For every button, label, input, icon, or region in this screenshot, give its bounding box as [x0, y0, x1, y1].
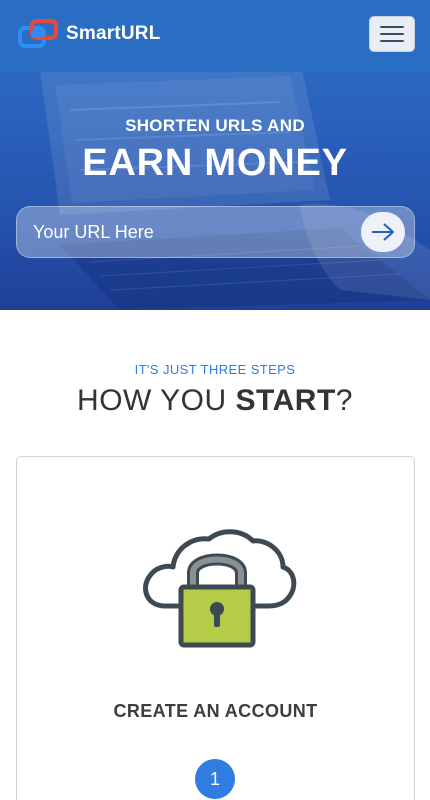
hamburger-icon-bar [380, 33, 404, 35]
shorten-submit-button[interactable] [361, 212, 405, 252]
step-card: CREATE AN ACCOUNT 1 [16, 456, 415, 800]
menu-toggle-button[interactable] [369, 16, 415, 52]
brand-link[interactable]: SmartURL [18, 18, 161, 50]
hero-subtitle: SHORTEN URLS AND [125, 116, 305, 135]
navbar: SmartURL [0, 0, 430, 72]
hamburger-icon-bar [380, 40, 404, 42]
steps-heading: HOW YOU START? [0, 384, 430, 418]
hero-title: EARN MONEY [82, 142, 348, 184]
step-number-badge: 1 [195, 759, 235, 799]
step-title: CREATE AN ACCOUNT [113, 701, 318, 721]
brand-name: SmartURL [66, 23, 161, 44]
hero-section: SmartURL SHORTEN URLS AND EARN MONEY [0, 0, 430, 310]
url-input[interactable] [17, 207, 357, 257]
smarturl-logo-icon [18, 19, 58, 48]
shorten-url-form [16, 206, 415, 258]
steps-eyebrow: IT'S JUST THREE STEPS [134, 362, 296, 377]
steps-heading-prefix: HOW YOU [77, 384, 236, 417]
hamburger-icon-bar [380, 26, 404, 28]
arrow-right-icon [372, 223, 394, 241]
steps-heading-bold: START [235, 384, 336, 417]
steps-heading-suffix: ? [335, 384, 353, 417]
cloud-lock-icon [143, 529, 297, 648]
